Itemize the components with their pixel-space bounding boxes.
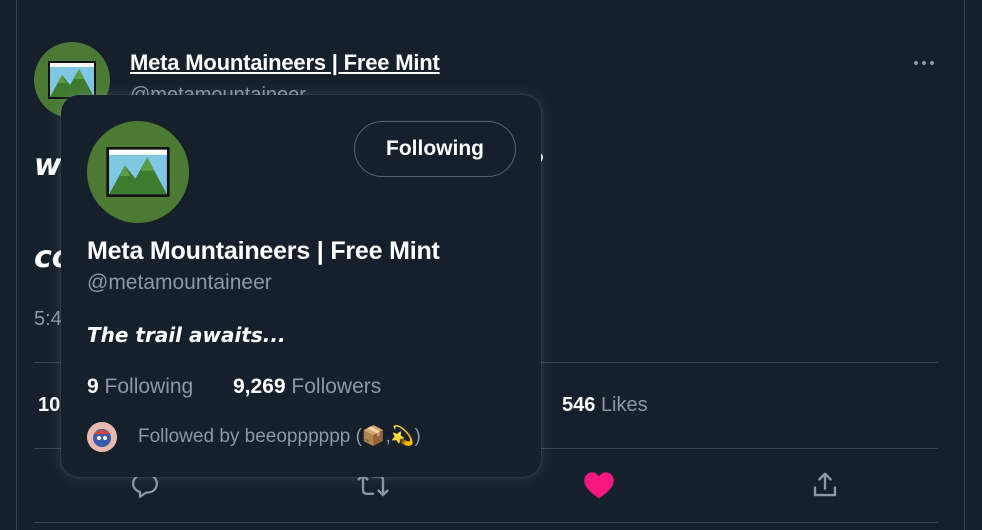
- following-stat[interactable]: 9 Following: [87, 375, 193, 399]
- retweets-stat[interactable]: 10: [38, 394, 60, 417]
- followers-label: Followers: [291, 375, 382, 398]
- retweets-count: 10: [38, 394, 61, 416]
- tweet-text-start: w: [34, 148, 62, 183]
- mountain-picture-icon: [106, 147, 170, 197]
- hovercard-bio: The trail awaits...: [87, 323, 286, 347]
- hovercard-handle[interactable]: @metamountaineer: [87, 271, 272, 295]
- heart-icon: [584, 472, 614, 499]
- followed-by-avatar-icon: [87, 422, 117, 452]
- followed-by-avatar: [87, 422, 117, 452]
- like-button[interactable]: [582, 468, 616, 502]
- followers-count: 9,269: [233, 375, 286, 398]
- followers-stat[interactable]: 9,269 Followers: [233, 375, 381, 399]
- page: Meta Mountaineers | Free Mint @metamount…: [0, 0, 982, 530]
- following-label: Following: [104, 375, 194, 398]
- tweet-timestamp[interactable]: 5:4: [34, 308, 62, 331]
- following-button[interactable]: Following: [354, 121, 516, 177]
- share-icon: [813, 472, 837, 497]
- share-button[interactable]: [808, 468, 842, 502]
- hovercard-name[interactable]: Meta Mountaineers | Free Mint: [87, 237, 440, 266]
- more-horizontal-icon: [914, 61, 918, 65]
- likes-label: Likes: [600, 394, 648, 416]
- mountain-picture-icon: [48, 61, 96, 99]
- following-count: 9: [87, 375, 99, 398]
- profile-hovercard: Following Meta Mountaineers | Free Mint …: [61, 95, 541, 477]
- more-options-button[interactable]: [908, 50, 940, 76]
- more-dot: [922, 61, 926, 65]
- divider: [34, 522, 938, 523]
- likes-stat[interactable]: 546 Likes: [562, 394, 648, 417]
- likes-count: 546: [562, 394, 596, 416]
- more-dot: [930, 61, 934, 65]
- hovercard-avatar[interactable]: [87, 121, 189, 223]
- followed-by-text[interactable]: Followed by beeopppppp (📦,💫): [138, 424, 421, 448]
- author-name-link[interactable]: Meta Mountaineers | Free Mint: [130, 50, 440, 76]
